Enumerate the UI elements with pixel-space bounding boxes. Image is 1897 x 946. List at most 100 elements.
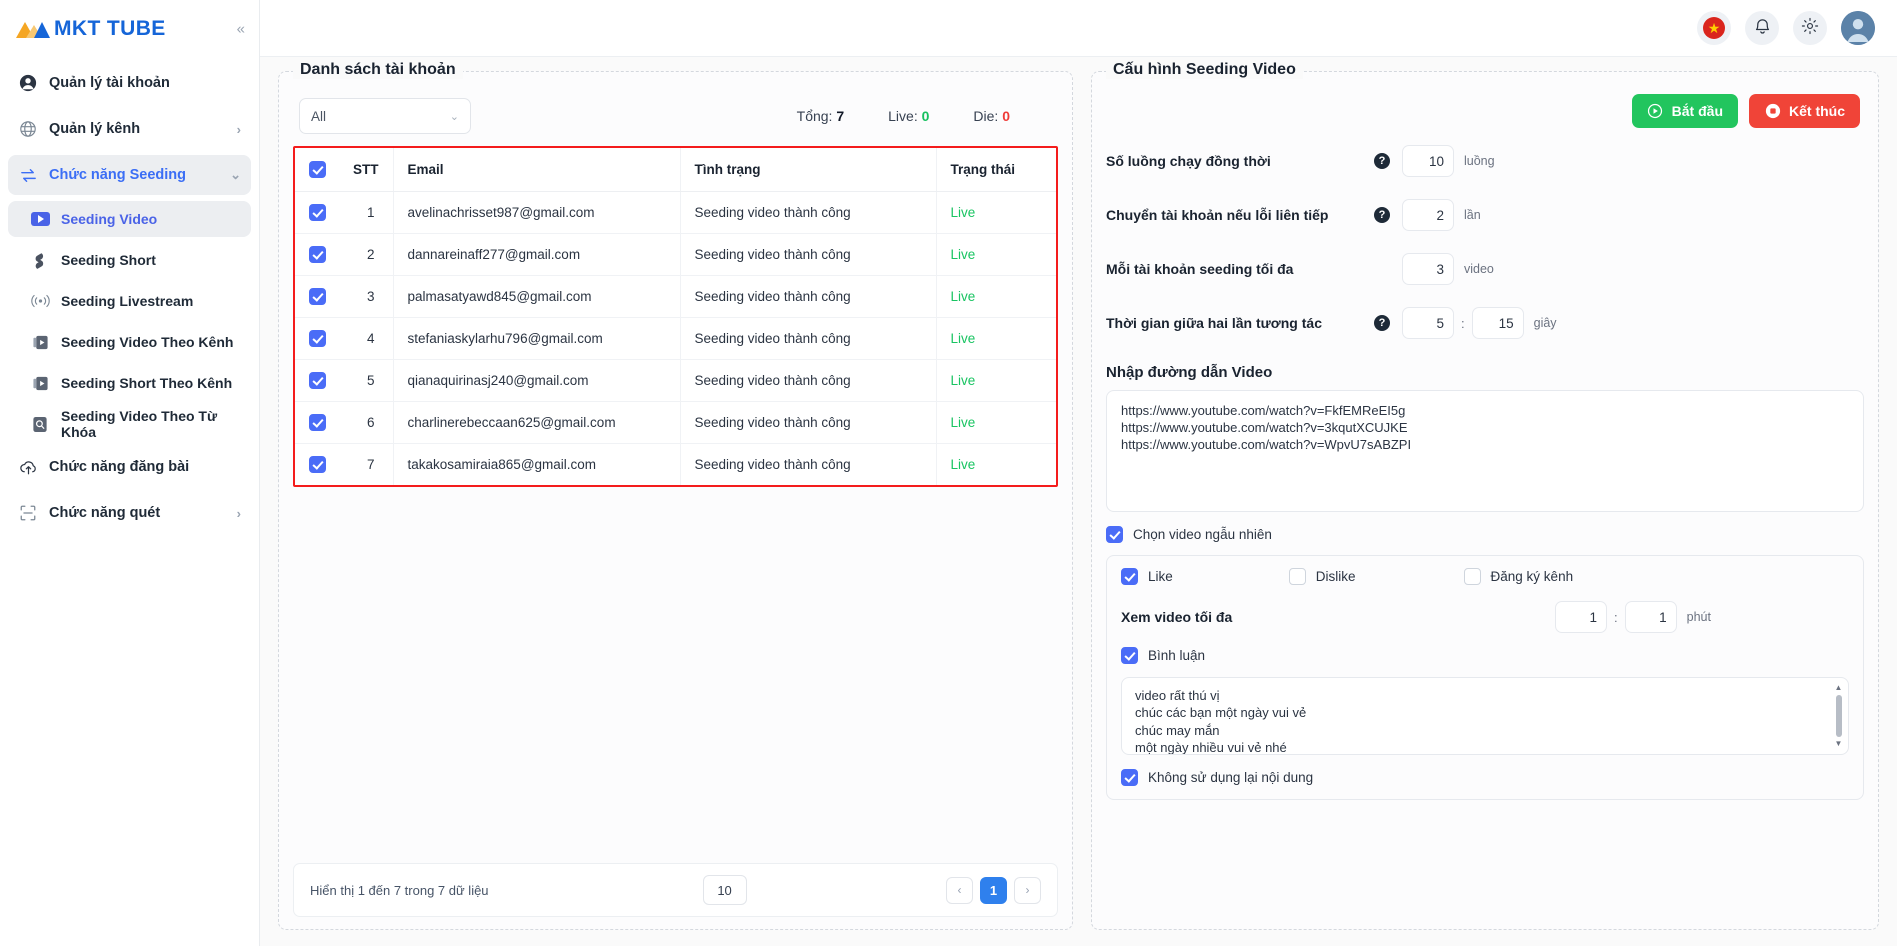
- row-checkbox[interactable]: [309, 204, 326, 221]
- pagination-next-button[interactable]: ›: [1014, 876, 1041, 904]
- help-icon[interactable]: ?: [1374, 315, 1390, 331]
- config-panel-title: Cấu hình Seeding Video: [1106, 61, 1303, 79]
- table-row[interactable]: 2 dannareinaff277@gmail.com Seeding video …: [295, 233, 1056, 276]
- interaction-options-box: Like Dislike Đăng ký kênh Xem video tối …: [1106, 555, 1864, 800]
- live-counter: Live: 0: [888, 108, 929, 124]
- no-reuse-checkbox[interactable]: [1121, 769, 1138, 786]
- sidebar-item-quan-ly-tai-khoan[interactable]: Quản lý tài khoản: [8, 63, 251, 103]
- table-row[interactable]: 7 takakosamiraia865@gmail.com Seeding vide…: [295, 443, 1056, 485]
- scroll-thumb[interactable]: [1835, 695, 1842, 737]
- app-root: MKT TUBE « Quản lý tài khoản Quản lý kên…: [0, 0, 1897, 946]
- scroll-up-icon[interactable]: ▲: [1835, 684, 1843, 692]
- like-option[interactable]: Like: [1121, 568, 1173, 585]
- watch-colon-separator: :: [1614, 609, 1618, 625]
- sidebar-item-quan-ly-kenh[interactable]: Quản lý kênh ›: [8, 109, 251, 149]
- pagination-info: Hiển thị 1 đến 7 trong 7 dữ liệu: [310, 882, 489, 898]
- account-filter-value: All: [311, 108, 327, 124]
- watch-min-input[interactable]: 1: [1555, 601, 1608, 633]
- sidebar-item-label: Seeding Livestream: [61, 293, 194, 309]
- subscribe-checkbox[interactable]: [1463, 568, 1481, 585]
- row-checkbox[interactable]: [309, 372, 326, 389]
- config-row-input[interactable]: 2: [1402, 199, 1454, 231]
- row-trang-thai: Live: [935, 443, 1056, 485]
- livestream-icon: [30, 291, 50, 311]
- col-header-email: Email: [392, 148, 680, 192]
- dislike-checkbox[interactable]: [1288, 568, 1306, 585]
- stop-button[interactable]: Kết thúc: [1749, 94, 1860, 128]
- table-row[interactable]: 3 palmasatyawd845@gmail.com Seeding video …: [295, 275, 1056, 318]
- language-flag-button[interactable]: ★: [1697, 11, 1731, 45]
- watch-duration-row: Xem video tối đa 1 : 1 phút: [1121, 601, 1849, 633]
- row-stt: 1: [343, 191, 393, 234]
- globe-icon: [18, 119, 38, 139]
- sidebar-item-chuc-nang-seeding[interactable]: Chức năng Seeding ⌄: [8, 155, 251, 195]
- video-url-line: https://www.youtube.com/watch?v=FkfEMReE…: [1121, 403, 1406, 418]
- config-rows: Số luồng chạy đồng thời? 10 luồng Chuyển tà…: [1106, 144, 1864, 360]
- sidebar-item-chuc-nang-dang-bai[interactable]: Chức năng đăng bài: [8, 447, 251, 487]
- row-trang-thai: Live: [935, 275, 1056, 318]
- config-row-input[interactable]: 10: [1402, 145, 1454, 177]
- brand-logo[interactable]: MKT TUBE: [14, 16, 166, 42]
- colon-separator: :: [1461, 315, 1465, 331]
- config-row-input[interactable]: 5: [1402, 307, 1454, 339]
- avatar[interactable]: [1841, 11, 1875, 45]
- row-tinh-trang: Seeding video thành công: [679, 443, 936, 485]
- row-trang-thai: Live: [935, 191, 1056, 234]
- table-header: STT Email Tình trạng Trạng thái: [295, 148, 1056, 192]
- config-row-unit: lần: [1464, 208, 1481, 222]
- table-row[interactable]: 4 stefaniaskylarhu796@gmail.com Seeding vi…: [295, 317, 1056, 360]
- help-icon[interactable]: ?: [1374, 153, 1390, 169]
- sidebar-item-chuc-nang-quet[interactable]: Chức năng quét ›: [8, 493, 251, 533]
- video-url-textarea[interactable]: https://www.youtube.com/watch?v=FkfEMReE…: [1106, 390, 1864, 512]
- random-video-checkbox[interactable]: [1106, 526, 1123, 543]
- select-all-checkbox[interactable]: [309, 161, 326, 178]
- comment-row[interactable]: Bình luận: [1121, 647, 1849, 664]
- sidebar-collapse-icon[interactable]: «: [237, 21, 245, 36]
- sidebar-item-seeding-livestream[interactable]: Seeding Livestream: [8, 283, 251, 319]
- table-row[interactable]: 6 charlinerebeccaan625@gmail.com Seeding v…: [295, 401, 1056, 444]
- config-row-input[interactable]: 3: [1402, 253, 1454, 285]
- sidebar-item-seeding-video-theo-tu-khoa[interactable]: Seeding Video Theo Từ Khóa: [8, 406, 251, 442]
- no-reuse-row[interactable]: Không sử dụng lại nội dung: [1121, 769, 1849, 786]
- row-checkbox[interactable]: [309, 288, 326, 305]
- dislike-option[interactable]: Dislike: [1288, 568, 1356, 585]
- status-badge: Live: [950, 331, 976, 346]
- scroll-down-icon[interactable]: ▼: [1835, 740, 1843, 748]
- config-row-input-secondary[interactable]: 15: [1471, 307, 1524, 339]
- page-size-select[interactable]: 10: [702, 875, 747, 905]
- comment-checkbox[interactable]: [1121, 647, 1138, 664]
- stop-button-label: Kết thúc: [1789, 103, 1845, 119]
- row-checkbox[interactable]: [309, 414, 326, 431]
- like-checkbox[interactable]: [1121, 568, 1138, 585]
- row-select-cell: [295, 317, 343, 360]
- start-button[interactable]: Bắt đầu: [1631, 94, 1738, 128]
- sidebar-item-seeding-video-theo-kenh[interactable]: Seeding Video Theo Kênh: [8, 324, 251, 360]
- subscribe-option[interactable]: Đăng ký kênh: [1463, 568, 1573, 585]
- settings-button[interactable]: [1793, 11, 1827, 45]
- pagination-page-1[interactable]: 1: [980, 876, 1007, 904]
- table-row[interactable]: 1 avelinachrisset987@gmail.com Seeding vid…: [295, 191, 1056, 234]
- row-email: dannareinaff277@gmail.com: [392, 233, 680, 276]
- random-video-row[interactable]: Chọn video ngẫu nhiên: [1106, 526, 1864, 543]
- comment-textarea[interactable]: video rất thú vị chúc các bạn một ngày vu…: [1121, 677, 1849, 755]
- sidebar-item-seeding-short-theo-kenh[interactable]: Seeding Short Theo Kênh: [8, 365, 251, 401]
- row-checkbox[interactable]: [309, 456, 326, 473]
- notifications-button[interactable]: [1745, 11, 1779, 45]
- watch-max-input[interactable]: 1: [1624, 601, 1677, 633]
- help-icon[interactable]: ?: [1374, 207, 1390, 223]
- row-email: avelinachrisset987@gmail.com: [392, 191, 680, 234]
- row-stt: 7: [366, 457, 375, 472]
- sidebar-item-seeding-short[interactable]: Seeding Short: [8, 242, 251, 278]
- sidebar-item-seeding-video[interactable]: Seeding Video: [8, 201, 251, 237]
- comment-scrollbar[interactable]: ▲ ▼: [1834, 684, 1843, 748]
- config-row: Số luồng chạy đồng thời? 10 luồng: [1106, 144, 1864, 178]
- status-badge: Live: [950, 415, 976, 430]
- row-stt: 4: [343, 317, 393, 360]
- pagination-prev-button[interactable]: ‹: [946, 876, 973, 904]
- table-row[interactable]: 5 qianaquirinasj240@gmail.com Seeding vide…: [295, 359, 1056, 402]
- row-checkbox[interactable]: [309, 330, 326, 347]
- row-checkbox[interactable]: [309, 246, 326, 263]
- sidebar-nav: Quản lý tài khoản Quản lý kênh › Chức nă: [0, 57, 259, 539]
- account-filter-select[interactable]: All ⌄: [299, 98, 471, 134]
- die-value: 0: [1002, 108, 1010, 124]
